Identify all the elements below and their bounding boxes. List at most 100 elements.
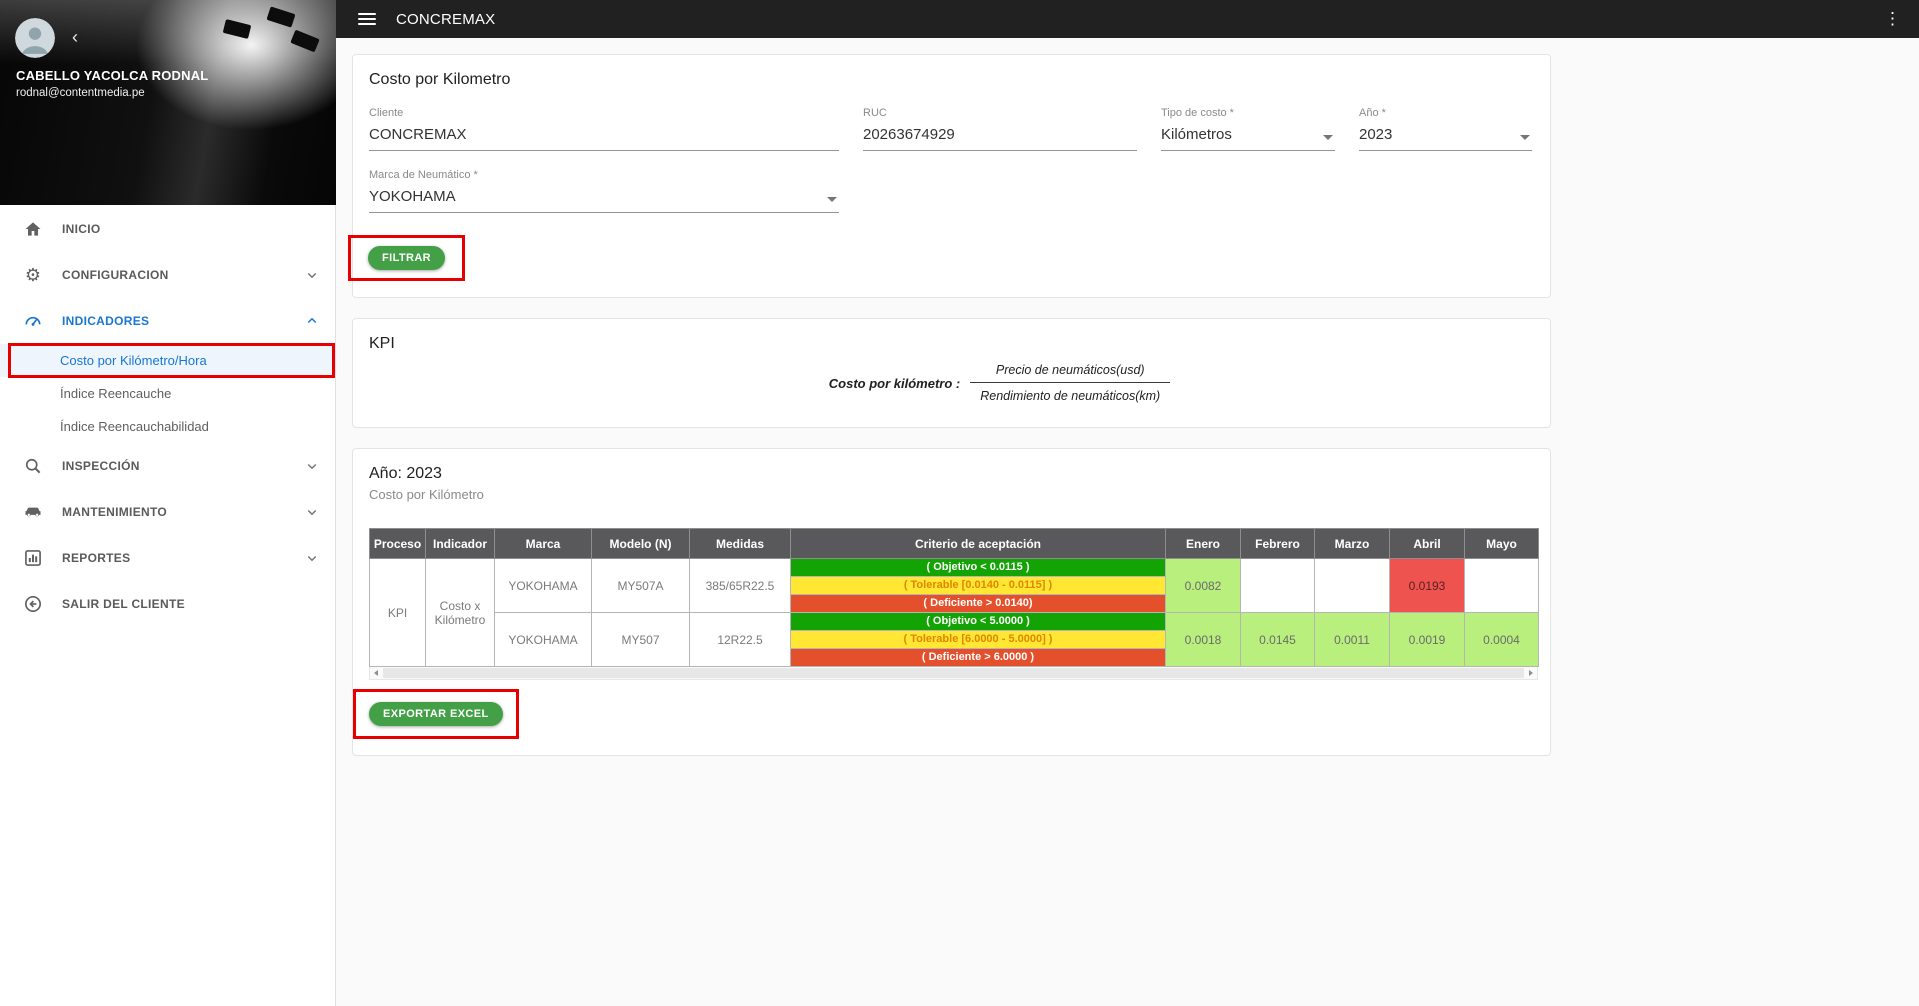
tipo-de-costo-select[interactable]: Tipo de costo * Kilómetros: [1161, 107, 1335, 151]
sub-item-label: Índice Reencauchabilidad: [60, 419, 209, 434]
field-label: Marca de Neumático *: [369, 169, 839, 181]
marca-neumatico-select[interactable]: Marca de Neumático * YOKOHAMA: [369, 169, 839, 213]
cell-abril: 0.0193: [1390, 559, 1465, 613]
more-options-icon[interactable]: ⋮: [1880, 9, 1905, 29]
exportar-excel-button[interactable]: EXPORTAR EXCEL: [369, 702, 503, 726]
horizontal-scrollbar[interactable]: [369, 667, 1538, 680]
field-label: RUC: [863, 107, 1137, 119]
user-email: rodnal@contentmedia.pe: [16, 87, 145, 99]
chevron-up-icon: [303, 312, 321, 330]
cell-abril: 0.0019: [1390, 613, 1465, 667]
cliente-field[interactable]: Cliente CONCREMAX: [369, 107, 839, 151]
sidebar-item-mantenimiento[interactable]: MANTENIMIENTO: [0, 489, 335, 535]
cell-medidas: 385/65R22.5: [690, 559, 791, 613]
sidebar-item-configuracion[interactable]: ⚙ CONFIGURACION: [0, 252, 335, 298]
gear-icon: ⚙: [21, 263, 45, 287]
card-subtitle: Costo por Kilómetro: [369, 487, 1534, 502]
table-header-row: Proceso Indicador Marca Modelo (N) Medid…: [370, 529, 1539, 559]
sidebar: ‹ CABELLO YACOLCA RODNAL rodnal@contentm…: [0, 0, 336, 1006]
chevron-down-icon: [303, 266, 321, 284]
cell-marca: YOKOHAMA: [495, 559, 592, 613]
sidebar-item-label: INICIO: [62, 222, 321, 236]
annotation-box-exportar: EXPORTAR EXCEL: [353, 689, 519, 739]
field-label: Tipo de costo *: [1161, 107, 1335, 119]
cell-criterio-deficiente: ( Deficiente > 0.0140): [791, 595, 1166, 613]
annotation-box-filtrar: FILTRAR: [348, 235, 465, 281]
logout-icon: [21, 592, 45, 616]
cell-criterio-tolerable: ( Tolerable [6.0000 - 5.0000] ): [791, 631, 1166, 649]
card-title: KPI: [369, 335, 1534, 353]
scroll-right-arrow-icon[interactable]: [1529, 670, 1533, 676]
field-value: 20263674929: [863, 126, 1137, 144]
table-row: KPI Costo x Kilómetro YOKOHAMA MY507A 38…: [370, 559, 1539, 577]
app-title: CONCREMAX: [396, 11, 1880, 28]
car-icon: [21, 500, 45, 524]
field-label: Año *: [1359, 107, 1532, 119]
cell-indicador: Costo x Kilómetro: [426, 559, 495, 667]
formula-denominator: Rendimiento de neumáticos(km): [970, 383, 1170, 403]
chevron-down-icon: [303, 503, 321, 521]
sidebar-subitem-costo-por-kilometro-hora[interactable]: Costo por Kilómetro/Hora: [0, 344, 335, 377]
cell-enero: 0.0082: [1166, 559, 1241, 613]
sidebar-header-photo: ‹ CABELLO YACOLCA RODNAL rodnal@contentm…: [0, 0, 336, 205]
col-header: Mayo: [1465, 529, 1539, 559]
sidebar-item-indicadores[interactable]: INDICADORES: [0, 298, 335, 344]
sidebar-subitem-indice-reencauche[interactable]: Índice Reencauche: [0, 377, 335, 410]
cell-marzo: 0.0011: [1315, 613, 1390, 667]
cell-enero: 0.0018: [1166, 613, 1241, 667]
cell-febrero: 0.0145: [1241, 613, 1315, 667]
filter-row-2: Marca de Neumático * YOKOHAMA: [369, 169, 1534, 213]
user-name: CABELLO YACOLCA RODNAL: [16, 68, 208, 83]
cell-marca: YOKOHAMA: [495, 613, 592, 667]
person-icon: [15, 18, 55, 58]
kpi-card: KPI Costo por kilómetro : Precio de neum…: [352, 318, 1551, 428]
dropdown-caret-icon: [1520, 135, 1530, 140]
card-title: Costo por Kilometro: [369, 71, 1534, 89]
ruc-field[interactable]: RUC 20263674929: [863, 107, 1137, 151]
col-header: Proceso: [370, 529, 426, 559]
cell-mayo: [1465, 559, 1539, 613]
anio-select[interactable]: Año * 2023: [1359, 107, 1532, 151]
indicadores-submenu: Costo por Kilómetro/Hora Índice Reencauc…: [0, 344, 335, 443]
cell-proceso: KPI: [370, 559, 426, 667]
avatar: [15, 18, 55, 58]
sidebar-item-label: MANTENIMIENTO: [62, 505, 303, 519]
sidebar-item-label: INDICADORES: [62, 314, 303, 328]
home-icon: [21, 217, 45, 241]
field-value: 2023: [1359, 126, 1532, 144]
filtrar-button[interactable]: FILTRAR: [368, 246, 445, 270]
table-row: YOKOHAMA MY507 12R22.5 ( Objetivo < 5.00…: [370, 613, 1539, 631]
card-title: Año: 2023: [369, 465, 1534, 483]
kpi-table: Proceso Indicador Marca Modelo (N) Medid…: [369, 528, 1539, 667]
sidebar-item-inicio[interactable]: INICIO: [0, 206, 335, 252]
sidebar-item-reportes[interactable]: REPORTES: [0, 535, 335, 581]
sidebar-item-inspeccion[interactable]: INSPECCIÓN: [0, 443, 335, 489]
sidebar-item-label: INSPECCIÓN: [62, 459, 303, 473]
col-header: Modelo (N): [592, 529, 690, 559]
field-label: Cliente: [369, 107, 839, 119]
cell-mayo: 0.0004: [1465, 613, 1539, 667]
chevron-down-icon: [303, 549, 321, 567]
menu-icon[interactable]: [358, 13, 376, 25]
bar-chart-icon: [21, 546, 45, 570]
sub-item-label: Costo por Kilómetro/Hora: [60, 353, 207, 368]
sidebar-item-label: REPORTES: [62, 551, 303, 565]
sidebar-menu: INICIO ⚙ CONFIGURACION INDICADORES Costo…: [0, 205, 335, 627]
dropdown-caret-icon: [1323, 135, 1333, 140]
cell-criterio-objetivo: ( Objetivo < 0.0115 ): [791, 559, 1166, 577]
scrollbar-thumb[interactable]: [383, 668, 1524, 678]
col-header: Febrero: [1241, 529, 1315, 559]
cell-criterio-objetivo: ( Objetivo < 5.0000 ): [791, 613, 1166, 631]
sidebar-item-salir-del-cliente[interactable]: SALIR DEL CLIENTE: [0, 581, 335, 627]
sidebar-item-label: CONFIGURACION: [62, 268, 303, 282]
field-value: CONCREMAX: [369, 126, 839, 144]
cell-modelo: MY507: [592, 613, 690, 667]
field-value: Kilómetros: [1161, 126, 1335, 144]
photo-highlight: [136, 0, 336, 130]
formula-numerator: Precio de neumáticos(usd): [970, 363, 1170, 383]
chevron-down-icon: [303, 457, 321, 475]
collapse-chevron-icon[interactable]: ‹: [72, 28, 78, 46]
scroll-left-arrow-icon[interactable]: [374, 670, 378, 676]
filter-row-1: Cliente CONCREMAX RUC 20263674929 Tipo d…: [369, 107, 1534, 151]
sidebar-subitem-indice-reencauchabilidad[interactable]: Índice Reencauchabilidad: [0, 410, 335, 443]
